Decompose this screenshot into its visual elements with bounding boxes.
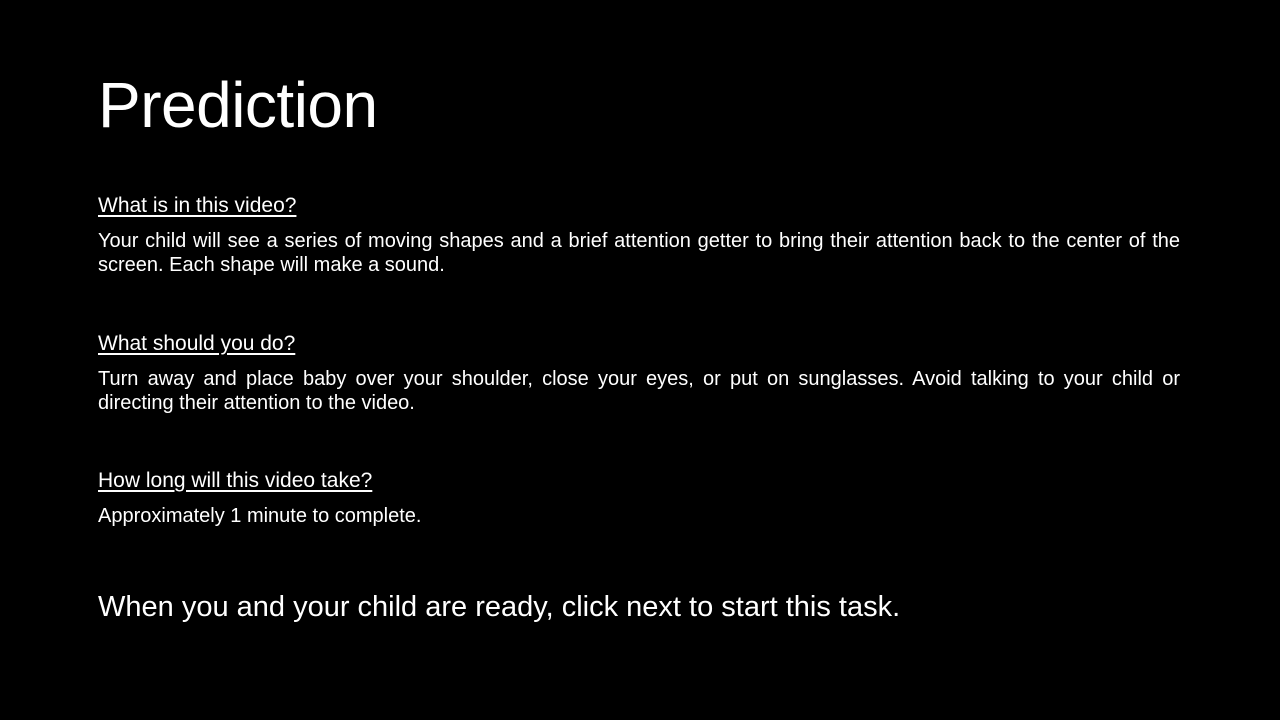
call-to-action-text: When you and your child are ready, click… (98, 591, 901, 623)
section-body: Approximately 1 minute to complete. (98, 505, 422, 527)
section-body: Your child will see a series of moving s… (98, 230, 1180, 276)
section-heading: What is in this video? (98, 194, 297, 217)
slide: Prediction What is in this video? Your c… (0, 0, 1280, 720)
section-duration: How long will this video take? Approxima… (98, 468, 1180, 528)
section-heading: What should you do? (98, 332, 296, 355)
section-heading: How long will this video take? (98, 469, 373, 492)
section-body: Turn away and place baby over your shoul… (98, 368, 1180, 414)
section-video-content: What is in this video? Your child will s… (98, 193, 1180, 277)
slide-title: Prediction (98, 69, 378, 141)
section-instructions: What should you do? Turn away and place … (98, 331, 1180, 415)
